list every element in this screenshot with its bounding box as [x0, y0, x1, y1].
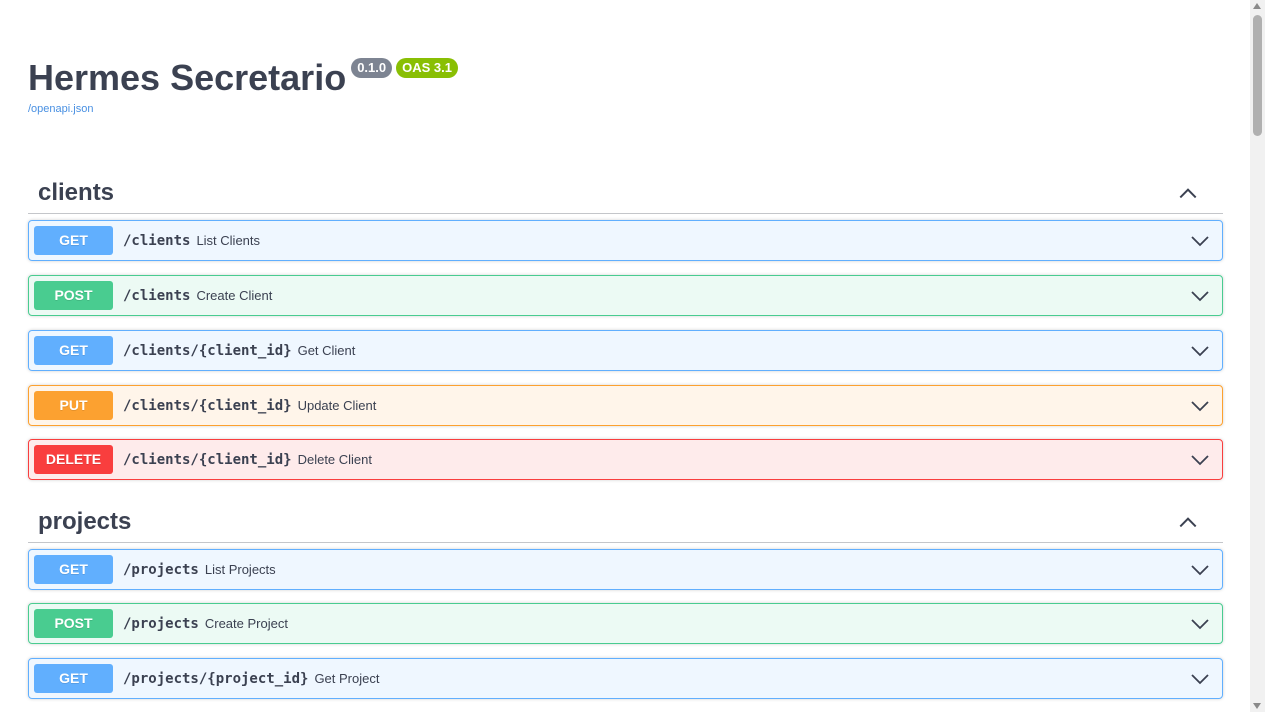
path-text: /clients/{client_id} [123, 343, 292, 359]
version-badge: 0.1.0 [351, 58, 393, 78]
operation-path: /clients/{client_id} Get Client [123, 341, 355, 361]
method-badge: GET [34, 336, 113, 365]
path-text: /clients/{client_id} [123, 452, 292, 468]
chevron-down-icon[interactable] [1190, 669, 1210, 689]
operation-summary: Get Project [314, 671, 380, 686]
operation-path: /clients Create Client [123, 286, 272, 306]
chevron-down-icon[interactable] [1190, 286, 1210, 306]
method-badge: GET [34, 226, 113, 255]
scroll-up-arrow-icon[interactable] [1253, 3, 1261, 9]
oas-badge: OAS 3.1 [396, 58, 458, 78]
chevron-down-icon[interactable] [1190, 231, 1210, 251]
operation-summary: Delete Client [297, 452, 373, 467]
operation-summary: Get Client [297, 343, 356, 358]
method-badge: POST [34, 609, 113, 638]
scroll-down-arrow-icon[interactable] [1253, 703, 1261, 709]
operation-summary: Create Client [196, 288, 273, 303]
chevron-down-icon[interactable] [1190, 341, 1210, 361]
tag-section-projects[interactable]: projects [28, 499, 1223, 543]
title-row: Hermes Secretario 0.1.0 OAS 3.1 [28, 56, 1223, 100]
method-badge: POST [34, 281, 113, 310]
path-text: /projects [123, 616, 199, 632]
method-badge: DELETE [34, 445, 113, 474]
scrollbar-thumb[interactable] [1253, 15, 1262, 136]
method-badge: PUT [34, 391, 113, 420]
api-title: Hermes Secretario [28, 57, 347, 98]
operation-path: /projects/{project_id} Get Project [123, 669, 379, 689]
tag-title-projects: projects [38, 508, 132, 535]
operation-path: /clients/{client_id} Update Client [123, 396, 376, 416]
chevron-up-icon[interactable] [1177, 182, 1199, 204]
operation-post-clients[interactable]: POST /clients Create Client [28, 275, 1223, 316]
operation-get-clients[interactable]: GET /clients List Clients [28, 220, 1223, 261]
operation-path: /clients List Clients [123, 231, 260, 251]
operation-put-client[interactable]: PUT /clients/{client_id} Update Client [28, 385, 1223, 426]
path-text: /projects/{project_id} [123, 671, 309, 687]
chevron-down-icon[interactable] [1190, 560, 1210, 580]
operation-summary: Create Project [204, 616, 288, 631]
operation-summary: List Clients [196, 233, 261, 248]
method-badge: GET [34, 664, 113, 693]
operation-path: /projects List Projects [123, 560, 276, 580]
operation-post-projects[interactable]: POST /projects Create Project [28, 603, 1223, 644]
method-badge: GET [34, 555, 113, 584]
path-text: /clients [123, 233, 191, 249]
operation-get-client[interactable]: GET /clients/{client_id} Get Client [28, 330, 1223, 371]
operation-get-projects[interactable]: GET /projects List Projects [28, 549, 1223, 590]
vertical-scrollbar[interactable] [1250, 0, 1265, 712]
operation-get-project[interactable]: GET /projects/{project_id} Get Project [28, 658, 1223, 699]
openapi-spec-link[interactable]: /openapi.json [28, 102, 93, 116]
operation-summary: Update Client [297, 398, 377, 413]
chevron-down-icon[interactable] [1190, 450, 1210, 470]
chevron-up-icon[interactable] [1177, 511, 1199, 533]
path-text: /projects [123, 562, 199, 578]
api-info: Hermes Secretario 0.1.0 OAS 3.1 /openapi… [28, 56, 1223, 126]
path-text: /clients/{client_id} [123, 398, 292, 414]
operation-path: /projects Create Project [123, 614, 288, 634]
chevron-down-icon[interactable] [1190, 614, 1210, 634]
path-text: /clients [123, 288, 191, 304]
chevron-down-icon[interactable] [1190, 396, 1210, 416]
tag-title-clients: clients [38, 179, 115, 206]
operation-path: /clients/{client_id} Delete Client [123, 450, 372, 470]
operation-summary: List Projects [204, 562, 276, 577]
operation-delete-client[interactable]: DELETE /clients/{client_id} Delete Client [28, 439, 1223, 480]
tag-section-clients[interactable]: clients [28, 170, 1223, 214]
